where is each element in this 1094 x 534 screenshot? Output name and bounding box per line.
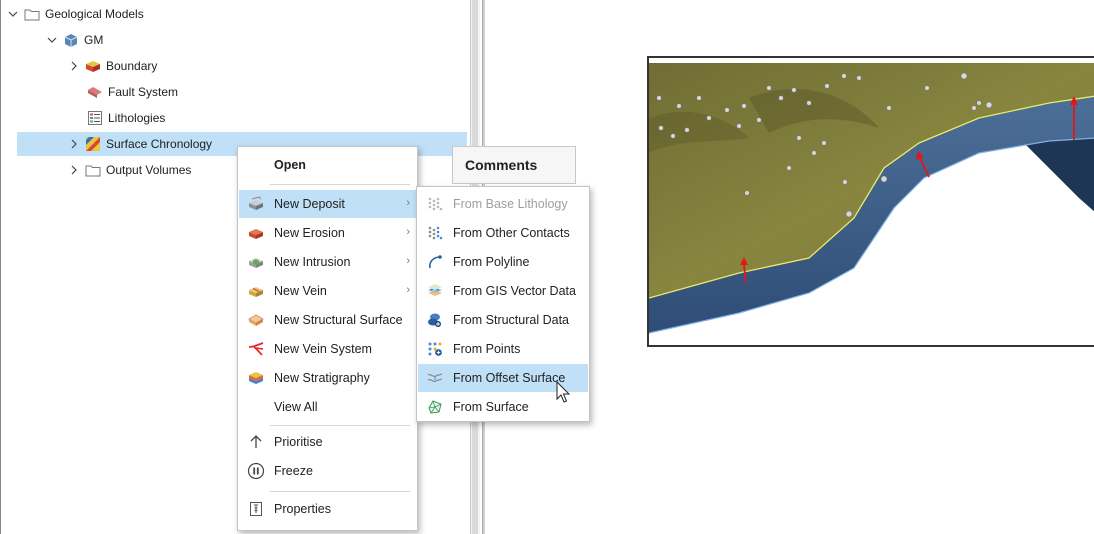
submenu-item-from-structural-data[interactable]: From Structural Data bbox=[418, 306, 588, 334]
tree-item-fault-system[interactable]: Fault System bbox=[1, 80, 467, 104]
chevron-down-icon[interactable] bbox=[45, 33, 59, 47]
geological-model-icon bbox=[63, 32, 79, 48]
menu-item-label: View All bbox=[274, 400, 318, 414]
fault-system-icon bbox=[87, 84, 103, 100]
arrow-up-icon bbox=[247, 433, 265, 451]
menu-item-label: From Points bbox=[453, 342, 521, 356]
boundary-icon bbox=[85, 58, 101, 74]
menu-item-label: Prioritise bbox=[274, 435, 323, 449]
erosion-icon bbox=[247, 224, 265, 242]
tree-item-lithologies[interactable]: Lithologies bbox=[1, 106, 467, 130]
menu-item-open[interactable]: Open bbox=[239, 151, 416, 179]
submenu-item-from-polyline[interactable]: From Polyline bbox=[418, 248, 588, 276]
menu-item-label: From Polyline bbox=[453, 255, 530, 269]
comments-label: Comments bbox=[465, 157, 538, 173]
submenu-item-from-points[interactable]: From Points bbox=[418, 335, 588, 363]
tree-item-geological-models[interactable]: Geological Models bbox=[1, 2, 467, 26]
menu-item-label: From GIS Vector Data bbox=[453, 284, 576, 298]
surface-mesh-icon bbox=[426, 398, 444, 416]
tree-item-label: Lithologies bbox=[108, 111, 166, 125]
tree-item-label: Fault System bbox=[108, 85, 179, 99]
polyline-icon bbox=[426, 253, 444, 271]
submenu-item-from-other-contacts[interactable]: From Other Contacts bbox=[418, 219, 588, 247]
menu-item-new-erosion[interactable]: New Erosion › bbox=[239, 219, 416, 247]
tree-item-label: Surface Chronology bbox=[106, 137, 213, 151]
comments-header: Comments bbox=[452, 146, 576, 184]
menu-item-label: New Erosion bbox=[274, 226, 345, 240]
menu-item-label: From Surface bbox=[453, 400, 529, 414]
lithologies-icon bbox=[87, 110, 103, 126]
menu-item-view-all[interactable]: View All bbox=[239, 393, 416, 421]
menu-item-label: From Structural Data bbox=[453, 313, 570, 327]
menu-item-label: Freeze bbox=[274, 464, 313, 478]
menu-item-label: New Intrusion bbox=[274, 255, 351, 269]
context-menu: Open New Deposit › New Erosion › New Int… bbox=[237, 146, 418, 531]
chevron-right-icon: › bbox=[406, 255, 410, 267]
menu-item-prioritise[interactable]: Prioritise bbox=[239, 428, 416, 456]
submenu-item-from-gis-vector-data[interactable]: From GIS Vector Data bbox=[418, 277, 588, 305]
contacts-icon bbox=[426, 195, 444, 213]
menu-item-new-structural-surface[interactable]: New Structural Surface bbox=[239, 306, 416, 334]
menu-item-label: New Vein bbox=[274, 284, 327, 298]
menu-separator bbox=[270, 184, 410, 185]
tree-item-boundary[interactable]: Boundary bbox=[1, 54, 467, 78]
vein-icon bbox=[247, 282, 265, 300]
folder-icon bbox=[85, 162, 101, 178]
mouse-cursor-icon bbox=[556, 380, 572, 405]
structural-data-icon bbox=[426, 311, 444, 329]
menu-item-label: From Other Contacts bbox=[453, 226, 570, 240]
points-icon bbox=[426, 340, 444, 358]
menu-item-label: New Structural Surface bbox=[274, 313, 403, 327]
menu-separator bbox=[270, 491, 410, 492]
chevron-down-icon[interactable] bbox=[6, 7, 20, 21]
menu-item-label: From Offset Surface bbox=[453, 371, 566, 385]
menu-item-label: Properties bbox=[274, 502, 331, 516]
menu-item-new-deposit[interactable]: New Deposit › bbox=[239, 190, 416, 218]
gis-vector-icon bbox=[426, 282, 444, 300]
stratigraphy-icon bbox=[247, 369, 265, 387]
menu-item-label: New Vein System bbox=[274, 342, 372, 356]
tree-item-label: Boundary bbox=[106, 59, 158, 73]
vein-system-icon bbox=[247, 340, 265, 358]
pause-icon bbox=[247, 462, 265, 480]
chevron-right-icon: › bbox=[406, 284, 410, 296]
contacts-icon bbox=[426, 224, 444, 242]
menu-item-new-intrusion[interactable]: New Intrusion › bbox=[239, 248, 416, 276]
tree-item-label: Geological Models bbox=[45, 7, 144, 21]
menu-item-properties[interactable]: Properties bbox=[239, 495, 416, 523]
menu-item-new-vein[interactable]: New Vein › bbox=[239, 277, 416, 305]
menu-item-label: From Base Lithology bbox=[453, 197, 568, 211]
properties-icon bbox=[247, 500, 265, 518]
deposit-icon bbox=[247, 195, 265, 213]
menu-item-label: New Deposit bbox=[274, 197, 345, 211]
structural-surface-icon bbox=[247, 311, 265, 329]
menu-separator bbox=[270, 425, 410, 426]
chevron-right-icon[interactable] bbox=[67, 59, 81, 73]
tree-item-gm[interactable]: GM bbox=[1, 28, 467, 52]
menu-item-label: Open bbox=[274, 158, 306, 172]
surface-chronology-icon bbox=[85, 136, 101, 152]
surface-top bbox=[649, 63, 1094, 298]
chevron-right-icon[interactable] bbox=[67, 163, 81, 177]
tree-item-label: GM bbox=[84, 33, 104, 47]
submenu-item-from-base-lithology[interactable]: From Base Lithology bbox=[418, 190, 588, 218]
chevron-right-icon: › bbox=[406, 197, 410, 209]
intrusion-icon bbox=[247, 253, 265, 271]
chevron-right-icon: › bbox=[406, 226, 410, 238]
chevron-right-icon[interactable] bbox=[67, 137, 81, 151]
folder-icon bbox=[24, 6, 40, 22]
offset-surface-icon bbox=[426, 369, 444, 387]
menu-item-freeze[interactable]: Freeze bbox=[239, 457, 416, 485]
surface-preview-viewport bbox=[647, 56, 1094, 347]
menu-item-new-stratigraphy[interactable]: New Stratigraphy bbox=[239, 364, 416, 392]
offset-surface-render bbox=[649, 63, 1094, 334]
tree-item-label: Output Volumes bbox=[106, 163, 192, 177]
menu-item-new-vein-system[interactable]: New Vein System bbox=[239, 335, 416, 363]
menu-item-label: New Stratigraphy bbox=[274, 371, 370, 385]
